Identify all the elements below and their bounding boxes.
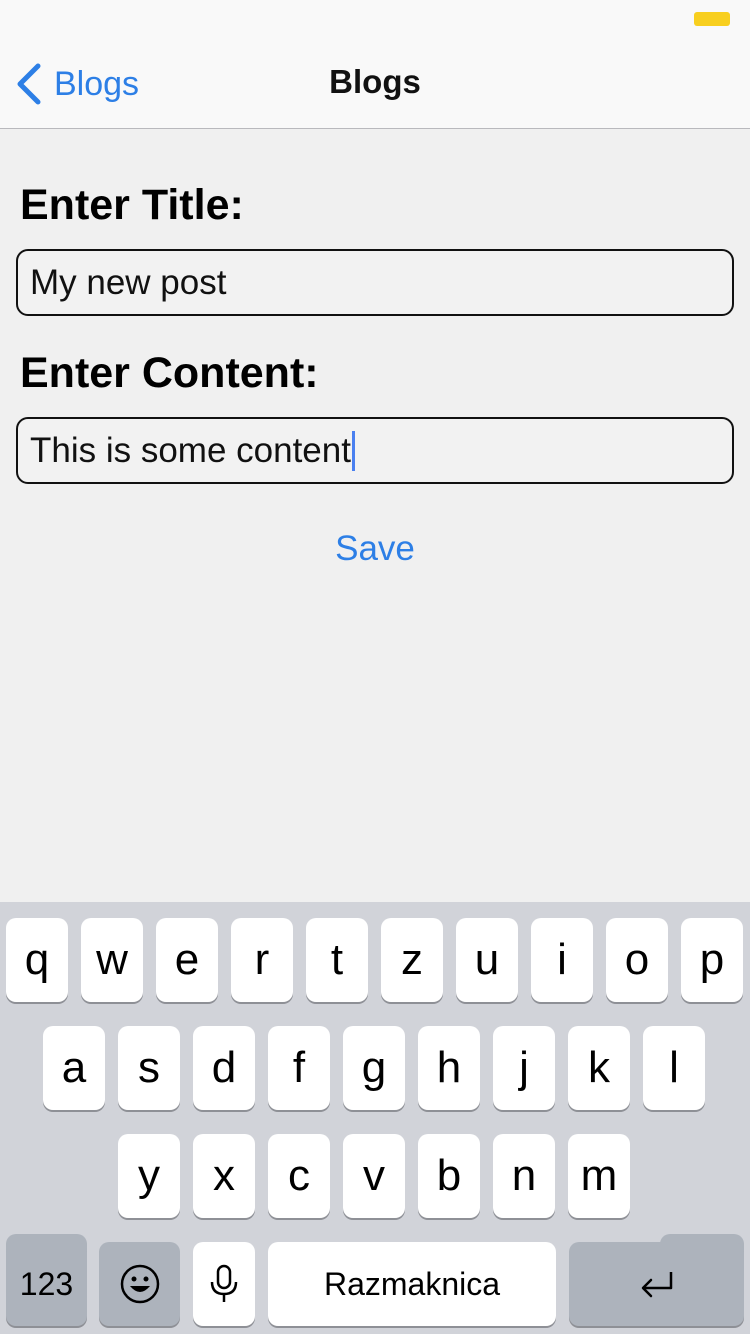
key-p[interactable]: p [681, 918, 743, 1002]
return-icon [641, 1272, 672, 1298]
key-j[interactable]: j [493, 1026, 555, 1110]
content-input[interactable]: This is some content [16, 417, 734, 484]
key-y[interactable]: y [118, 1134, 180, 1218]
key-r[interactable]: r [231, 918, 293, 1002]
space-key-label: Razmaknica [323, 1265, 501, 1302]
return-key[interactable] [569, 1242, 744, 1326]
key-label: i [557, 935, 567, 984]
key-label: l [669, 1043, 679, 1092]
key-c[interactable]: c [268, 1134, 330, 1218]
key-z[interactable]: z [381, 918, 443, 1002]
title-input[interactable]: My new post [16, 249, 734, 316]
key-w[interactable]: w [81, 918, 143, 1002]
status-bar [0, 0, 750, 40]
dictation-key[interactable] [193, 1242, 255, 1326]
key-l[interactable]: l [643, 1026, 705, 1110]
content-label: Enter Content: [20, 349, 319, 397]
key-x[interactable]: x [193, 1134, 255, 1218]
key-v[interactable]: v [343, 1134, 405, 1218]
key-o[interactable]: o [606, 918, 668, 1002]
content-input-value: This is some content [30, 430, 351, 470]
key-a[interactable]: a [43, 1026, 105, 1110]
key-label: d [211, 1043, 237, 1092]
title-label: Enter Title: [20, 181, 244, 229]
key-label: z [401, 935, 423, 984]
key-t[interactable]: t [306, 918, 368, 1002]
key-label: k [588, 1043, 610, 1092]
key-m[interactable]: m [568, 1134, 630, 1218]
create-post-form: Enter Title: My new post Enter Content: … [0, 129, 750, 902]
key-label: h [436, 1043, 462, 1092]
key-n[interactable]: n [493, 1134, 555, 1218]
key-h[interactable]: h [418, 1026, 480, 1110]
key-f[interactable]: f [268, 1026, 330, 1110]
key-label: s [138, 1043, 160, 1092]
numbers-key-label: 123 [19, 1265, 74, 1302]
keyboard: qwertzuiop asdfghjkl yxcvbnm 123 Razmakn… [0, 902, 750, 1334]
key-label: c [288, 1151, 310, 1200]
key-label: t [330, 935, 344, 984]
key-label: o [624, 935, 650, 984]
key-label: g [361, 1043, 387, 1092]
key-label: a [61, 1043, 87, 1092]
microphone-icon [210, 1264, 238, 1302]
key-k[interactable]: k [568, 1026, 630, 1110]
page-title: Blogs [329, 63, 421, 100]
key-u[interactable]: u [456, 918, 518, 1002]
key-label: x [213, 1151, 235, 1200]
key-g[interactable]: g [343, 1026, 405, 1110]
key-label: m [580, 1151, 618, 1200]
emoji-key[interactable] [99, 1242, 180, 1326]
save-button[interactable]: Save [0, 529, 750, 569]
key-s[interactable]: s [118, 1026, 180, 1110]
numbers-key[interactable]: 123 [6, 1242, 87, 1326]
key-label: r [254, 935, 270, 984]
key-label: w [96, 935, 128, 984]
key-label: e [174, 935, 200, 984]
key-q[interactable]: q [6, 918, 68, 1002]
key-label: y [138, 1151, 160, 1200]
key-d[interactable]: d [193, 1026, 255, 1110]
key-label: b [436, 1151, 462, 1200]
battery-icon [694, 12, 730, 26]
space-key[interactable]: Razmaknica [268, 1242, 556, 1326]
title-input-value: My new post [30, 262, 227, 302]
key-b[interactable]: b [418, 1134, 480, 1218]
emoji-icon [120, 1264, 159, 1304]
navigation-bar: Blogs Blogs [0, 40, 750, 129]
text-cursor [351, 430, 355, 471]
key-i[interactable]: i [531, 918, 593, 1002]
key-label: u [474, 935, 500, 984]
key-label: j [519, 1043, 529, 1092]
key-label: v [363, 1151, 385, 1200]
key-label: q [24, 935, 50, 984]
key-e[interactable]: e [156, 918, 218, 1002]
key-label: f [292, 1043, 306, 1092]
key-label: p [699, 935, 725, 984]
key-label: n [511, 1151, 537, 1200]
